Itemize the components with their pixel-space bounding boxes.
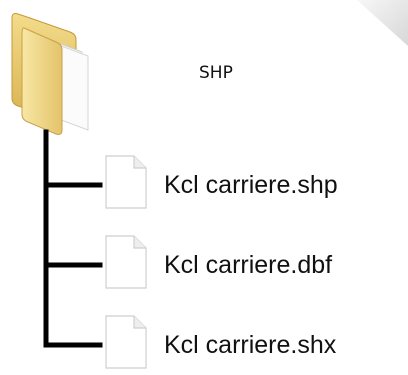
file-name-label[interactable]: Kcl carriere.shx — [164, 330, 336, 360]
file-name-label[interactable]: Kcl carriere.dbf — [164, 250, 332, 280]
file-icon[interactable] — [104, 154, 148, 210]
file-name-label[interactable]: Kcl carriere.shp — [164, 170, 338, 200]
file-icon[interactable] — [104, 234, 148, 290]
file-tree-screen: { "folder": { "name": "SHP", "icon": "fo… — [0, 0, 408, 369]
file-icon[interactable] — [104, 314, 148, 370]
